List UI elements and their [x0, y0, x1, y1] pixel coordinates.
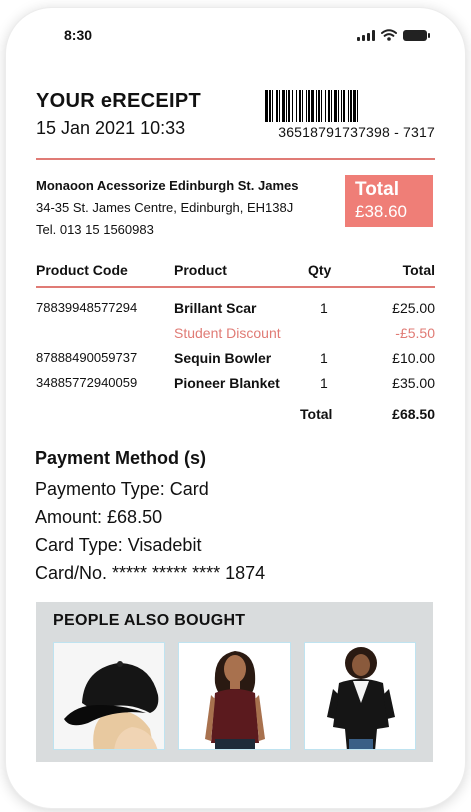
status-bar: 8:30	[64, 26, 430, 44]
row-code: 78839948577294	[36, 300, 138, 315]
table-header: Product Code Product Qty Total	[36, 262, 435, 282]
payment-title: Payment Method (s)	[35, 448, 207, 468]
people-also-bought-title: PEOPLE ALSO BOUGHT	[53, 612, 246, 629]
barcode-bars-icon	[265, 90, 435, 122]
payment-card-number: Card/No. ***** ***** **** 1874	[35, 563, 266, 583]
row-product: Sequin Bowler	[174, 350, 272, 366]
row-total: £25.00	[392, 300, 435, 316]
grand-total-label: Total	[300, 406, 333, 422]
store-name: Monaoon Acessorize Edinburgh St. James	[36, 178, 299, 193]
payment-amount: Amount: £68.50	[35, 507, 163, 527]
grand-total-value: £68.50	[392, 406, 435, 422]
store-address: 34-35 St. James Centre, Edinburgh, EH138…	[36, 200, 294, 215]
cap-product-image	[54, 643, 165, 749]
cellular-signal-icon	[357, 29, 375, 41]
row-qty: 1	[320, 350, 328, 366]
row-product: Student Discount	[174, 325, 281, 341]
row-total: -£5.50	[395, 325, 435, 341]
row-code: 87888490059737	[36, 350, 138, 365]
top-product-image	[179, 643, 290, 749]
status-icons	[357, 29, 430, 41]
total-badge-amount: £38.60	[355, 202, 407, 221]
receipt-header: YOUR eRECEIPT 15 Jan 2021 10:33 36518791…	[36, 90, 435, 150]
row-code: 34885772940059	[36, 375, 138, 390]
barcode: 36518791737398 - 7317	[265, 90, 435, 140]
total-badge-label: Total	[355, 179, 399, 200]
barcode-bar	[358, 90, 360, 122]
payment-section: Payment Method (s) Paymento Type: Card A…	[35, 448, 435, 587]
product-tiles	[53, 642, 416, 750]
divider	[36, 158, 435, 160]
status-time: 8:30	[64, 27, 93, 43]
row-qty: 1	[320, 300, 328, 316]
table-row-discount: Student Discount -£5.50	[36, 325, 435, 345]
row-product: Brillant Scar	[174, 300, 257, 316]
barcode-number: 36518791737398 - 7317	[278, 124, 435, 140]
blazer-product-image	[304, 643, 415, 749]
header-product: Product	[174, 262, 227, 278]
battery-icon	[403, 29, 430, 41]
product-tile-cap[interactable]	[53, 642, 166, 750]
divider	[36, 286, 435, 288]
table-row: 34885772940059 Pioneer Blanket 1 £35.00	[36, 375, 435, 395]
row-total: £10.00	[392, 350, 435, 366]
header-product-code: Product Code	[36, 262, 128, 278]
header-qty: Qty	[308, 262, 332, 278]
product-tile-blazer[interactable]	[303, 642, 416, 750]
row-qty: 1	[320, 375, 328, 391]
header-total: Total	[402, 262, 435, 278]
wifi-icon	[381, 29, 397, 41]
grand-total: Total £68.50	[36, 406, 435, 426]
total-badge: Total £38.60	[345, 175, 433, 227]
payment-card-type: Card Type: Visadebit	[35, 535, 202, 555]
table-row: 87888490059737 Sequin Bowler 1 £10.00	[36, 350, 435, 370]
people-also-bought-panel: PEOPLE ALSO BOUGHT	[36, 602, 433, 762]
table-row: 78839948577294 Brillant Scar 1 £25.00	[36, 300, 435, 320]
store-info: Monaoon Acessorize Edinburgh St. James 3…	[36, 175, 341, 241]
row-product: Pioneer Blanket	[174, 375, 280, 391]
product-tile-top[interactable]	[178, 642, 291, 750]
payment-type: Paymento Type: Card	[35, 479, 209, 499]
store-phone: Tel. 013 15 1560983	[36, 222, 154, 237]
row-total: £35.00	[392, 375, 435, 391]
